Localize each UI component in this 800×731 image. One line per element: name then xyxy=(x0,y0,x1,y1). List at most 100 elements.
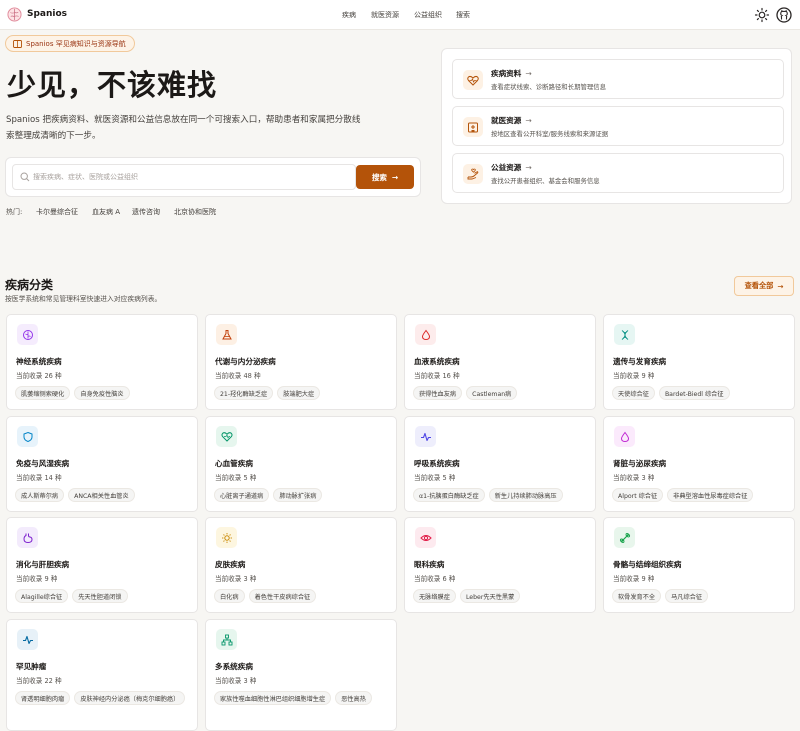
disease-tag[interactable]: 天使综合征 xyxy=(612,386,655,400)
disease-tag[interactable]: 肾透明细胞肉瘤 xyxy=(15,691,71,705)
category-tags: α1-抗胰蛋白酶缺乏症 新生儿持续肺动脉高压 xyxy=(413,488,591,502)
section-subtitle: 按医学系统和常见管理科室快速进入对应疾病列表。 xyxy=(5,295,162,303)
arrow-right-icon: → xyxy=(391,172,399,182)
arrow-right-icon: → xyxy=(525,163,532,172)
category-count: 当前收录 5 种 xyxy=(414,474,456,482)
top-header: Spanios 疾病 就医资源 公益组织 搜索 xyxy=(0,0,800,30)
category-card[interactable]: 代谢与内分泌疾病 当前收录 48 种 21-羟化酶缺乏症 肢端肥大症 xyxy=(205,314,397,410)
category-count: 当前收录 48 种 xyxy=(215,372,261,380)
disease-tag[interactable]: 马凡综合征 xyxy=(665,589,709,603)
quick-link-desc: 查找公开患者组织、基金会和服务信息 xyxy=(491,177,600,185)
disease-tag[interactable]: 21-羟化酶缺乏症 xyxy=(214,386,274,400)
disease-tag[interactable]: 软骨发育不全 xyxy=(612,589,662,603)
category-count: 当前收录 26 种 xyxy=(16,372,62,380)
section-title: 疾病分类 xyxy=(5,278,54,292)
nav-charity[interactable]: 公益组织 xyxy=(414,10,442,20)
disease-tag[interactable]: ANCA相关性血管炎 xyxy=(68,488,135,502)
search-box[interactable] xyxy=(12,164,356,190)
category-count: 当前收录 3 种 xyxy=(613,474,655,482)
hand-heart-icon xyxy=(463,164,483,184)
disease-tag[interactable]: 无脉络膜症 xyxy=(413,589,456,603)
disease-tag[interactable]: 肢端肥大症 xyxy=(277,386,321,400)
nav-search[interactable]: 搜索 xyxy=(456,10,470,20)
hospital-icon xyxy=(463,117,483,137)
category-name: 骨骼与结缔组织疾病 xyxy=(613,560,682,569)
quick-link-diseases[interactable]: 疾病资料 → 查看症状线索、诊断路径和长期管理信息 xyxy=(452,59,784,99)
category-count: 当前收录 3 种 xyxy=(215,677,257,685)
quick-link-medical[interactable]: 就医资源 → 按地区查看公开科室/服务线索和来源证据 xyxy=(452,106,784,146)
category-count: 当前收录 5 种 xyxy=(215,474,257,482)
disease-tag[interactable]: Alagille综合征 xyxy=(15,589,69,603)
disease-tag[interactable]: α1-抗胰蛋白酶缺乏症 xyxy=(413,488,485,502)
hero-badge-text: Spanios 罕见病知识与资源导航 xyxy=(26,39,126,48)
category-card[interactable]: 罕见肿瘤 当前收录 22 种肾透明细胞肉瘤 皮肤神经内分泌癌（梅克尔细胞癌） xyxy=(6,619,198,731)
category-card[interactable]: 眼科疾病 当前收录 6 种无脉络膜症 Leber先天性黑蒙 xyxy=(404,517,596,613)
category-card[interactable]: 神经系统疾病 当前收录 26 种肌萎缩侧索硬化 自身免疫性脑炎 xyxy=(6,314,198,410)
disease-tag[interactable]: Alport 综合征 xyxy=(612,488,664,502)
nav-diseases[interactable]: 疾病 xyxy=(342,10,356,20)
github-icon[interactable] xyxy=(776,7,792,23)
disease-tag[interactable]: 恶性高热 xyxy=(335,691,372,705)
category-name: 神经系统疾病 xyxy=(16,357,62,366)
disease-tag[interactable]: Castleman病 xyxy=(466,386,518,400)
quick-link-charity[interactable]: 公益资源 → 查找公开患者组织、基金会和服务信息 xyxy=(452,153,784,193)
category-count: 当前收录 22 种 xyxy=(16,677,62,685)
search-input[interactable] xyxy=(33,168,349,186)
disease-tag[interactable]: 先天性胆道闭锁 xyxy=(72,589,128,603)
hot-item-1[interactable]: 卡尔曼综合征 xyxy=(36,207,78,217)
disease-tag[interactable]: 家族性噬血细胞性淋巴组织细胞增生症 xyxy=(214,691,332,705)
main-nav: 疾病 就医资源 公益组织 搜索 xyxy=(0,10,800,22)
hot-item-4[interactable]: 北京协和医院 xyxy=(174,207,216,217)
category-card[interactable]: 多系统疾病 当前收录 3 种家族性噬血细胞性淋巴组织细胞增生症 恶性高热 xyxy=(205,619,397,731)
disease-tag[interactable]: 非典型溶血性尿毒症综合征 xyxy=(667,488,754,502)
quick-link-title: 疾病资料 xyxy=(491,69,522,78)
search-button[interactable]: 搜索 → xyxy=(356,165,414,189)
activity-icon xyxy=(17,629,38,650)
hero-title: 少见，不该难找 xyxy=(7,68,218,102)
category-card[interactable]: 肾脏与泌尿疾病 当前收录 3 种 Alport 综合征 非典型溶血性尿毒症综合征 xyxy=(603,416,795,512)
view-all-button[interactable]: 查看全部 → xyxy=(734,276,794,296)
eye-icon xyxy=(415,527,436,548)
disease-tag[interactable]: 肺动脉扩张病 xyxy=(273,488,323,502)
shield-icon xyxy=(17,426,38,447)
category-tags: 21-羟化酶缺乏症 肢端肥大症 xyxy=(214,386,392,400)
arrow-right-icon: → xyxy=(525,116,532,125)
quick-link-desc: 按地区查看公开科室/服务线索和来源证据 xyxy=(491,130,609,138)
disease-tag[interactable]: 成人斯蒂尔病 xyxy=(15,488,65,502)
heart-icon xyxy=(216,426,237,447)
category-card[interactable]: 皮肤疾病 当前收录 3 种白化病 着色性干皮病综合征 xyxy=(205,517,397,613)
disease-tag[interactable]: 心脏离子通道病 xyxy=(214,488,270,502)
disease-tag[interactable]: 肌萎缩侧索硬化 xyxy=(15,386,71,400)
quick-link-title: 公益资源 xyxy=(491,163,522,172)
hot-item-3[interactable]: 遗传咨询 xyxy=(132,207,160,217)
category-card[interactable]: 呼吸系统疾病 当前收录 5 种 α1-抗胰蛋白酶缺乏症 新生儿持续肺动脉高压 xyxy=(404,416,596,512)
disease-tag[interactable]: 新生儿持续肺动脉高压 xyxy=(488,488,563,502)
disease-tag[interactable]: 着色性干皮病综合征 xyxy=(248,589,317,603)
category-tags: 获得性血友病 Castleman病 xyxy=(413,386,591,400)
category-card[interactable]: 遗传与发育疾病 当前收录 9 种天使综合征 Bardet-Biedl 综合征 xyxy=(603,314,795,410)
category-card[interactable]: 心血管疾病 当前收录 5 种心脏离子通道病 肺动脉扩张病 xyxy=(205,416,397,512)
category-tags: 心脏离子通道病 肺动脉扩张病 xyxy=(214,488,392,502)
disease-tag[interactable]: 白化病 xyxy=(214,589,245,603)
disease-tag[interactable]: Bardet-Biedl 综合征 xyxy=(658,386,730,400)
hot-item-2[interactable]: 血友病 A xyxy=(92,207,120,217)
category-name: 代谢与内分泌疾病 xyxy=(215,357,276,366)
nav-medical-resources[interactable]: 就医资源 xyxy=(371,10,399,20)
category-count: 当前收录 9 种 xyxy=(613,372,655,380)
disease-tag[interactable]: Leber先天性黑蒙 xyxy=(459,589,521,603)
category-card[interactable]: 血液系统疾病 当前收录 16 种获得性血友病 Castleman病 xyxy=(404,314,596,410)
category-card[interactable]: 消化与肝胆疾病 当前收录 9 种 Alagille综合征 先天性胆道闭锁 xyxy=(6,517,198,613)
hero-badge: Spanios 罕见病知识与资源导航 xyxy=(5,35,135,52)
disease-tag[interactable]: 自身免疫性脑炎 xyxy=(74,386,130,400)
disease-tag[interactable]: 皮肤神经内分泌癌（梅克尔细胞癌） xyxy=(74,691,186,705)
flask-icon xyxy=(216,324,237,345)
category-card[interactable]: 骨骼与结缔组织疾病 当前收录 9 种软骨发育不全 马凡综合征 xyxy=(603,517,795,613)
quick-links-panel: 疾病资料 → 查看症状线索、诊断路径和长期管理信息 就医资源 → 按地区查看公开科室… xyxy=(441,48,792,204)
disease-tag[interactable]: 获得性血友病 xyxy=(413,386,463,400)
search-icon xyxy=(20,172,30,182)
sun-icon[interactable] xyxy=(754,7,770,23)
category-card[interactable]: 免疫与风湿疾病 当前收录 14 种成人斯蒂尔病 ANCA相关性血管炎 xyxy=(6,416,198,512)
category-tags: 软骨发育不全 马凡综合征 xyxy=(612,589,790,603)
heart-pulse-icon xyxy=(463,70,483,90)
category-count: 当前收录 6 种 xyxy=(414,575,456,583)
